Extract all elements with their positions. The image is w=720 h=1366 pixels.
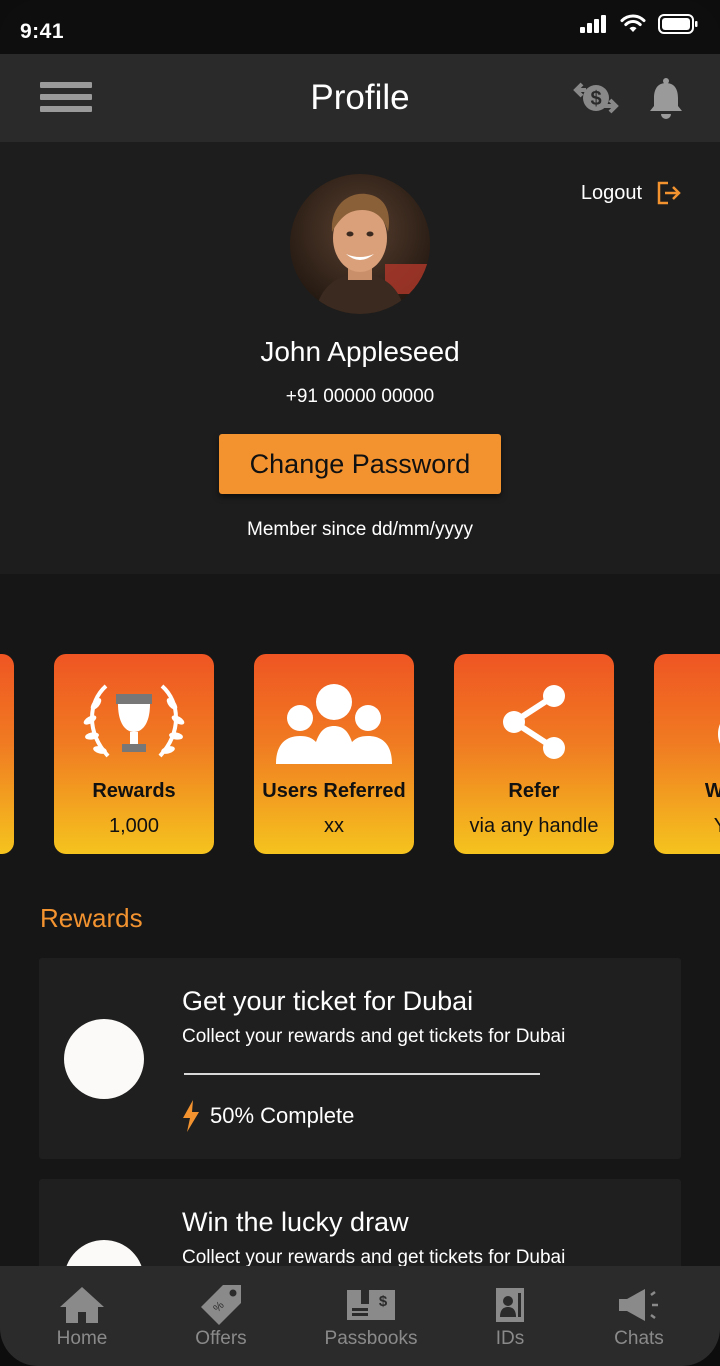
currency-exchange-icon[interactable]: $ <box>572 74 620 122</box>
stat-card-title: Refer <box>508 780 560 802</box>
stat-card-value: via any handle <box>469 815 599 837</box>
profile-section: Logout John Appleseed +91 00000 00000 Ch… <box>0 142 720 574</box>
notification-bell-icon[interactable] <box>646 76 686 120</box>
nav-item-passbooks[interactable]: $ Passbooks <box>311 1266 431 1366</box>
status-icons <box>580 14 698 34</box>
tag-icon: % <box>199 1284 243 1326</box>
trophy-icon <box>54 682 214 768</box>
logout-icon <box>657 181 681 205</box>
home-icon <box>58 1284 106 1326</box>
passbook-icon: $ <box>346 1284 396 1326</box>
status-bar: 9:41 <box>0 0 720 54</box>
stat-card-title: Wallet <box>704 780 720 802</box>
avatar[interactable] <box>290 174 430 314</box>
signal-icon <box>580 15 606 33</box>
reward-title: Win the lucky draw <box>182 1207 409 1237</box>
users-icon <box>254 682 414 768</box>
megaphone-icon <box>617 1284 661 1326</box>
share-icon <box>454 682 614 768</box>
member-since-text: Member since dd/mm/yyyy <box>247 519 473 540</box>
nav-label: IDs <box>495 1328 525 1349</box>
stat-card-users-referred[interactable]: Users Referred xx <box>254 654 414 854</box>
stat-card-partial[interactable] <box>0 654 14 854</box>
reward-image <box>64 1019 144 1099</box>
svg-text:$: $ <box>590 88 601 110</box>
phone-screen: 9:41 Profile $ Logout John Appleseed +91… <box>0 0 720 1366</box>
stat-cards-carousel[interactable]: Rewards 1,000 Users Referred xx Refer vi… <box>0 654 720 854</box>
rewards-heading: Rewards <box>40 903 143 933</box>
svg-text:$: $ <box>379 1293 388 1310</box>
battery-icon <box>658 14 698 34</box>
nav-item-ids[interactable]: IDs <box>470 1266 550 1366</box>
wifi-icon <box>620 14 646 32</box>
nav-label: Offers <box>195 1328 247 1349</box>
nav-item-chats[interactable]: Chats <box>594 1266 684 1366</box>
user-phone: +91 00000 00000 <box>285 386 435 407</box>
reward-progress-bar <box>184 1073 540 1075</box>
id-card-icon <box>495 1284 525 1326</box>
stat-card-value: 1,000 <box>108 815 160 837</box>
stat-card-value: Your <box>654 815 720 838</box>
stat-card-value: xx <box>324 815 344 837</box>
status-time: 9:41 <box>20 20 65 43</box>
nav-item-offers[interactable]: % Offers <box>171 1266 271 1366</box>
nav-label: Passbooks <box>324 1328 418 1349</box>
nav-label: Chats <box>614 1328 664 1349</box>
stat-card-rewards[interactable]: Rewards 1,000 <box>54 654 214 854</box>
reward-progress-label: 50% Complete <box>210 1103 355 1128</box>
stat-card-title: Rewards <box>92 780 176 802</box>
reward-item[interactable]: Get your ticket for Dubai Collect your r… <box>39 958 681 1159</box>
change-password-button[interactable]: Change Password <box>219 434 501 494</box>
nav-label: Home <box>56 1328 108 1349</box>
user-name: John Appleseed <box>260 336 460 367</box>
nav-item-home[interactable]: Home <box>32 1266 132 1366</box>
money-bag-icon: $ <box>654 682 720 768</box>
stat-card-wallet[interactable]: $ Wallet Your <box>654 654 720 854</box>
reward-title: Get your ticket for Dubai <box>182 986 474 1016</box>
reward-description: Collect your rewards and get tickets for… <box>182 1026 566 1047</box>
logout-label: Logout <box>580 181 642 204</box>
reward-progress: 50% Complete <box>182 1100 354 1132</box>
stat-card-title: Users Referred <box>262 780 406 802</box>
top-app-bar: Profile $ <box>0 54 720 142</box>
stat-card-refer[interactable]: Refer via any handle <box>454 654 614 854</box>
logout-button[interactable]: Logout <box>581 180 682 206</box>
lightning-icon <box>183 1100 199 1132</box>
bottom-navigation: Home % Offers $ Passbooks IDs Chats <box>0 1266 720 1366</box>
